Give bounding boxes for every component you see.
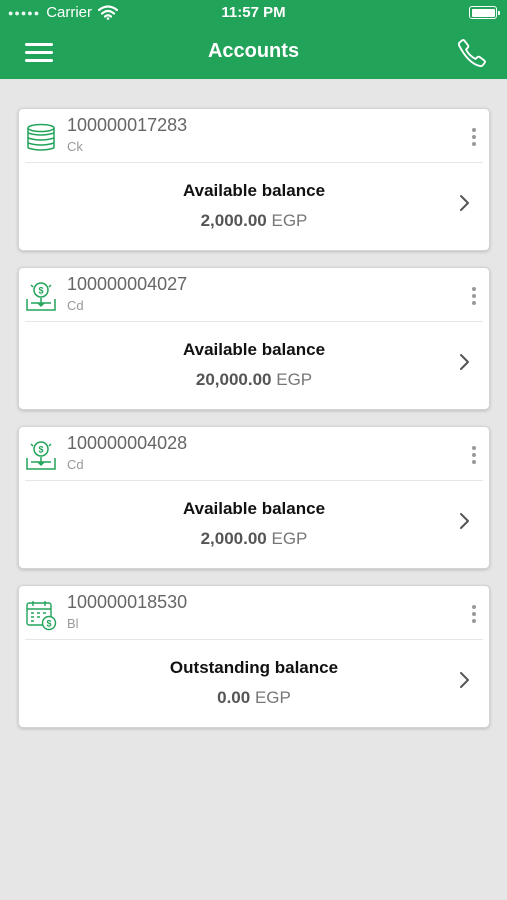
more-dot <box>472 460 476 464</box>
more-dot <box>472 128 476 132</box>
phone-icon <box>457 39 486 68</box>
balance-value: 2,000.00 EGP <box>19 529 489 549</box>
status-time: 11:57 PM <box>221 4 286 21</box>
balance-label: Outstanding balance <box>169 658 339 677</box>
chevron-right-icon <box>460 513 469 529</box>
balance-label: Available balance <box>182 340 326 359</box>
balance-amount: 0.00 <box>217 688 251 707</box>
status-bar: ●●●●● Carrier 11:57 PM <box>0 0 507 26</box>
balance-amount: 2,000.00 <box>200 529 267 548</box>
account-card: 100000017283 Ck Available balance 2,000.… <box>18 108 490 251</box>
balance-amount: 2,000.00 <box>200 211 267 230</box>
account-card: $ 100000004028 Cd Available balance 2,00… <box>18 426 490 569</box>
card-header: $ 100000018530 Bl <box>19 586 489 639</box>
account-number: 100000018530 <box>67 592 188 612</box>
chevron-right-icon <box>460 672 469 688</box>
more-dot <box>472 287 476 291</box>
balance-amount: 20,000.00 <box>195 370 272 389</box>
balance-currency: EGP <box>271 529 308 548</box>
more-options-button[interactable] <box>469 445 479 465</box>
more-dot <box>472 453 476 457</box>
svg-text:$: $ <box>38 286 43 296</box>
phone-button[interactable] <box>455 36 489 70</box>
account-number: 100000004028 <box>67 433 188 453</box>
svg-text:$: $ <box>38 445 43 455</box>
card-header: $ 100000004027 Cd <box>19 268 489 321</box>
balance-row-button[interactable]: Outstanding balance 0.00 EGP <box>19 640 489 727</box>
money-deposit-icon: $ <box>26 441 56 470</box>
more-dot <box>472 619 476 623</box>
more-options-button[interactable] <box>469 604 479 624</box>
balance-currency: EGP <box>276 370 313 389</box>
coins-stack-icon <box>27 123 55 151</box>
chevron-right-icon <box>460 354 469 370</box>
more-options-button[interactable] <box>469 286 479 306</box>
card-header: 100000017283 Ck <box>19 109 489 162</box>
balance-label: Available balance <box>182 181 326 200</box>
more-dot <box>472 142 476 146</box>
more-dot <box>472 446 476 450</box>
account-number: 100000004027 <box>67 274 188 294</box>
svg-text:$: $ <box>46 619 51 629</box>
more-dot <box>472 605 476 609</box>
more-dot <box>472 135 476 139</box>
balance-currency: EGP <box>254 688 291 707</box>
balance-currency: EGP <box>271 211 308 230</box>
balance-row-button[interactable]: Available balance 20,000.00 EGP <box>19 322 489 409</box>
nav-bar: Accounts <box>0 26 507 79</box>
balance-value: 2,000.00 EGP <box>19 211 489 231</box>
calendar-money-icon: $ <box>26 601 57 631</box>
more-dot <box>472 301 476 305</box>
account-card: $ 100000004027 Cd Available balance 20,0… <box>18 267 490 410</box>
account-type: Cd <box>67 457 84 472</box>
more-dot <box>472 612 476 616</box>
balance-value: 20,000.00 EGP <box>19 370 489 390</box>
accounts-list: 100000017283 Ck Available balance 2,000.… <box>18 108 490 744</box>
account-type: Bl <box>67 616 79 631</box>
balance-label: Available balance <box>182 499 326 518</box>
balance-row-button[interactable]: Available balance 2,000.00 EGP <box>19 481 489 568</box>
account-type: Cd <box>67 298 84 313</box>
more-options-button[interactable] <box>469 127 479 147</box>
account-type: Ck <box>67 139 83 154</box>
more-dot <box>472 294 476 298</box>
chevron-right-icon <box>460 195 469 211</box>
money-deposit-icon: $ <box>26 282 56 311</box>
balance-row-button[interactable]: Available balance 2,000.00 EGP <box>19 163 489 250</box>
battery-icon <box>469 6 500 19</box>
account-number: 100000017283 <box>67 115 188 135</box>
card-header: $ 100000004028 Cd <box>19 427 489 480</box>
page-title: Accounts <box>207 40 300 62</box>
balance-value: 0.00 EGP <box>19 688 489 708</box>
account-card: $ 100000018530 Bl Outstanding balance 0.… <box>18 585 490 728</box>
